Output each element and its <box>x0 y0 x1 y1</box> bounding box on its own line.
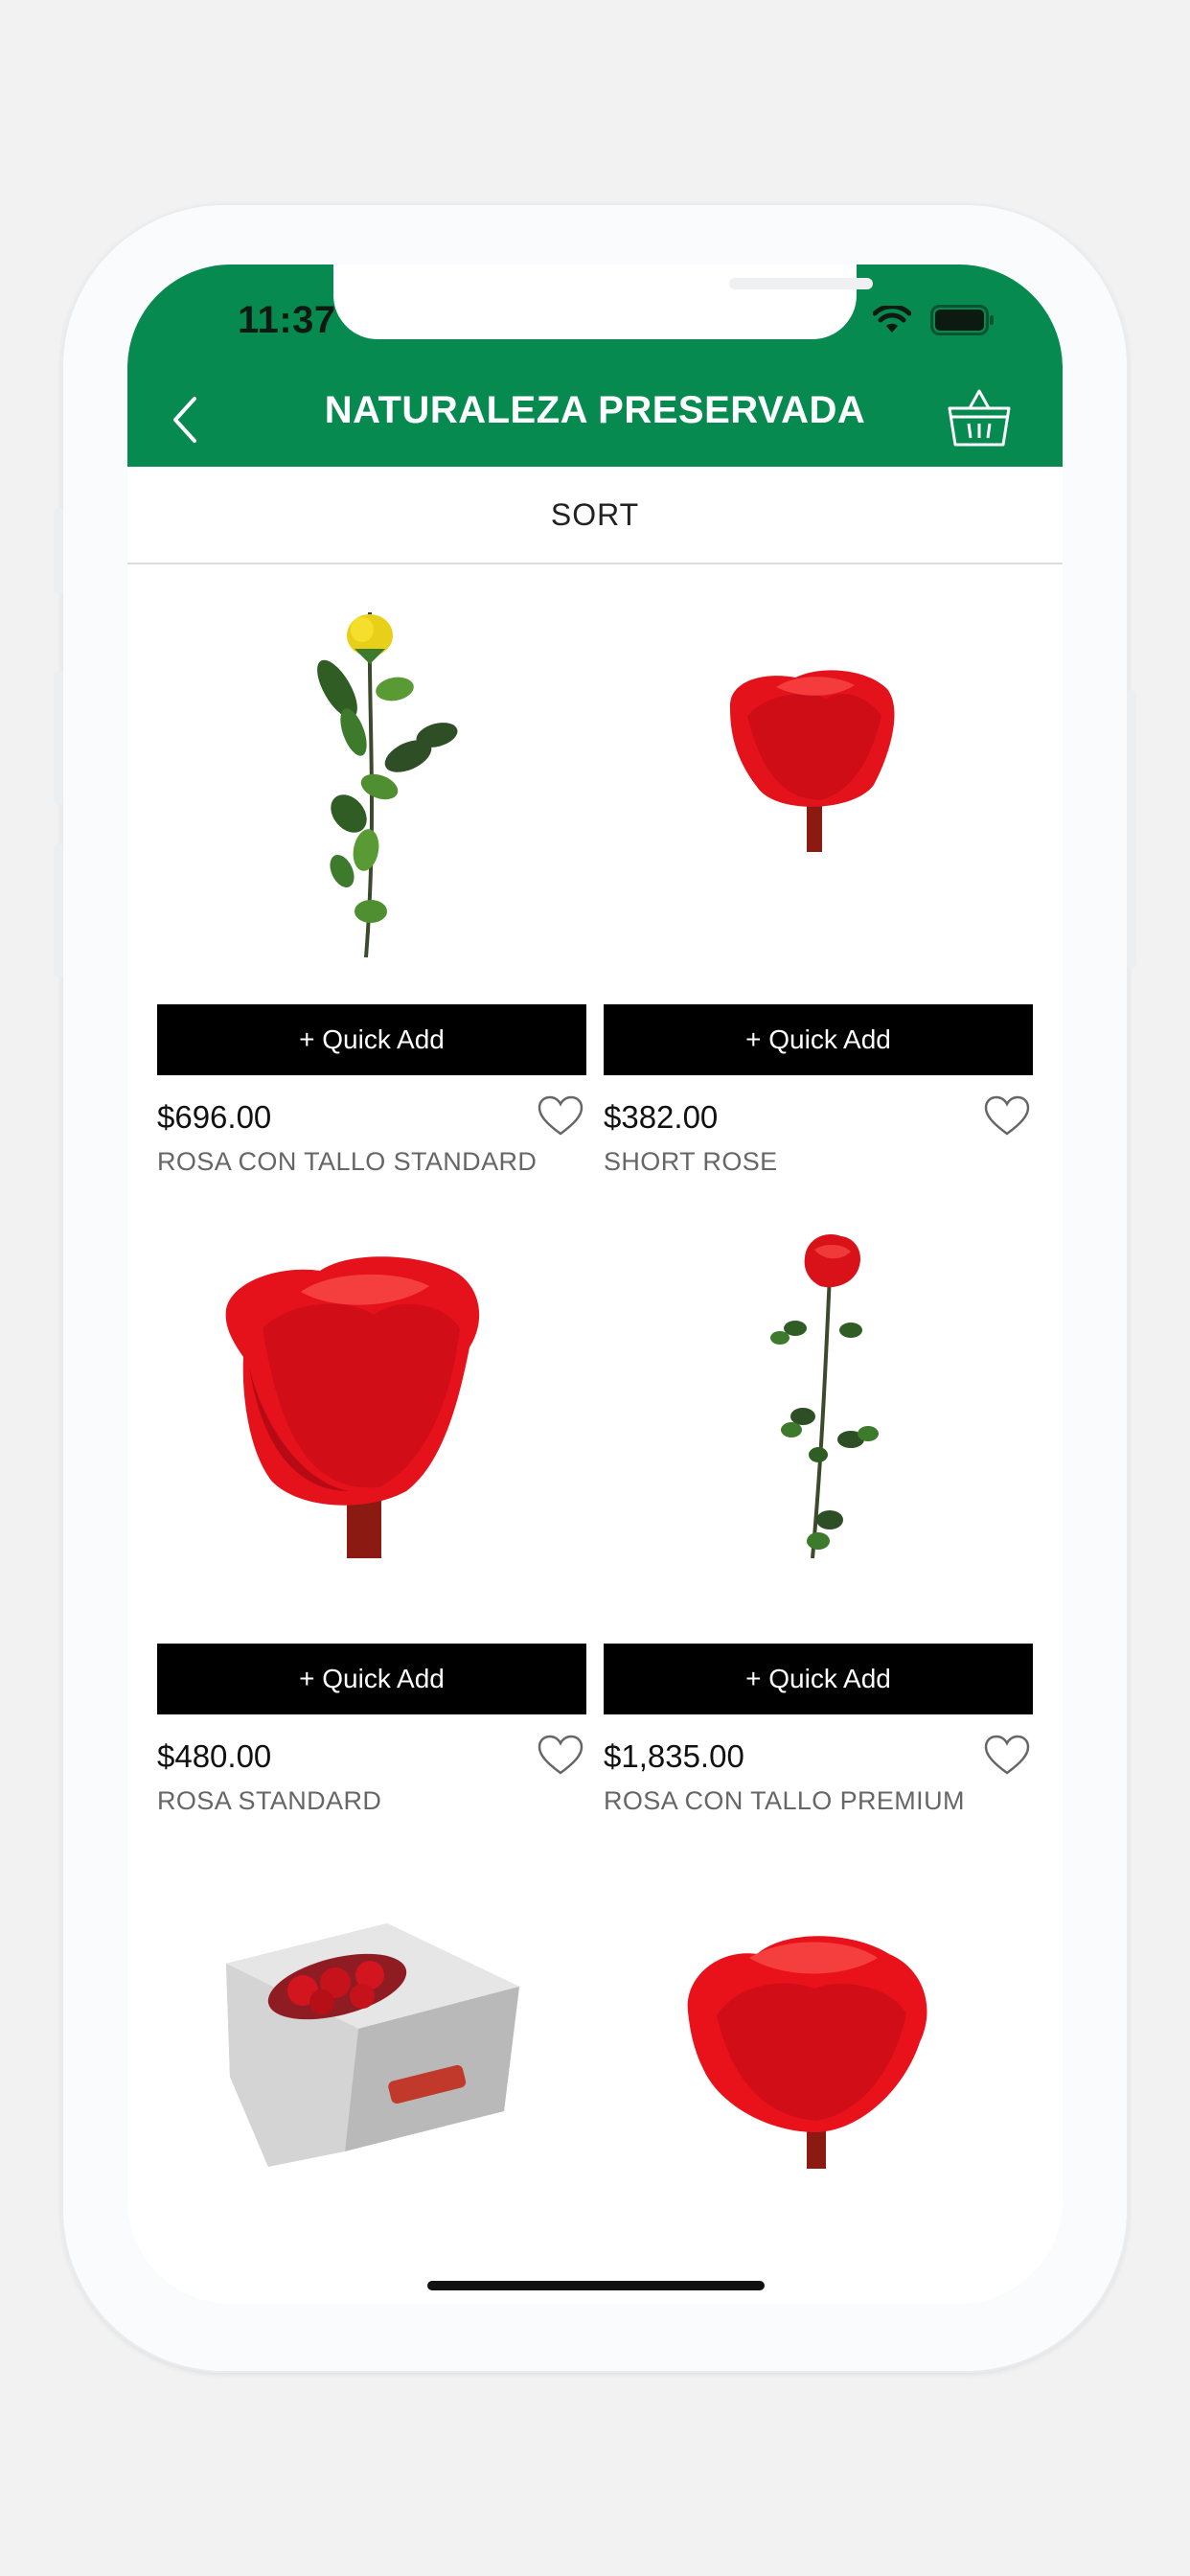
mute-switch <box>54 508 63 594</box>
speaker-grille <box>729 278 873 289</box>
volume-up-button <box>54 671 63 805</box>
product-image-red-rose-bloom <box>687 1936 927 2169</box>
quick-add-button[interactable]: + Quick Add <box>604 1004 1033 1075</box>
quick-add-button[interactable]: + Quick Add <box>604 1644 1033 1714</box>
battery-icon <box>930 305 995 335</box>
header-bar: 11:37 NATURALEZA PRESERVADA <box>127 264 1063 467</box>
product-name: ROSA CON TALLO PREMIUM <box>604 1786 965 1815</box>
power-button <box>1127 690 1136 968</box>
heart-icon[interactable] <box>537 1735 584 1777</box>
product-name: ROSA CON TALLO STANDARD <box>157 1147 538 1176</box>
cart-button[interactable] <box>946 385 1013 452</box>
quick-add-button[interactable]: + Quick Add <box>157 1004 586 1075</box>
product-price: $1,835.00 <box>604 1738 744 1774</box>
product-image-short-rose <box>729 670 895 852</box>
product-name: ROSA STANDARD <box>157 1786 382 1815</box>
status-icons <box>873 305 995 335</box>
heart-icon[interactable] <box>983 1095 1031 1138</box>
product-image-boxed-roses <box>226 1923 519 2167</box>
basket-icon <box>948 389 1011 447</box>
product-price: $382.00 <box>604 1099 719 1135</box>
heart-icon[interactable] <box>983 1735 1031 1777</box>
quick-add-button[interactable]: + Quick Add <box>157 1644 586 1714</box>
product-price: $480.00 <box>157 1738 272 1774</box>
page-title: NATURALEZA PRESERVADA <box>324 389 866 431</box>
heart-icon[interactable] <box>537 1095 584 1138</box>
product-price: $696.00 <box>157 1099 272 1135</box>
product-name: SHORT ROSE <box>604 1147 778 1176</box>
app-screen: 11:37 NATURALEZA PRESERVADA SORT + Quick… <box>127 264 1063 2304</box>
wifi-icon <box>873 306 911 334</box>
product-image-yellow-rose <box>317 611 458 958</box>
notch <box>333 264 873 339</box>
home-indicator[interactable] <box>427 2281 765 2290</box>
product-image-red-long-stem-rose <box>770 1234 879 1559</box>
status-time: 11:37 <box>238 299 336 341</box>
sort-button[interactable]: SORT <box>127 467 1063 564</box>
product-image-rosa-standard <box>225 1256 480 1558</box>
volume-down-button <box>54 843 63 978</box>
